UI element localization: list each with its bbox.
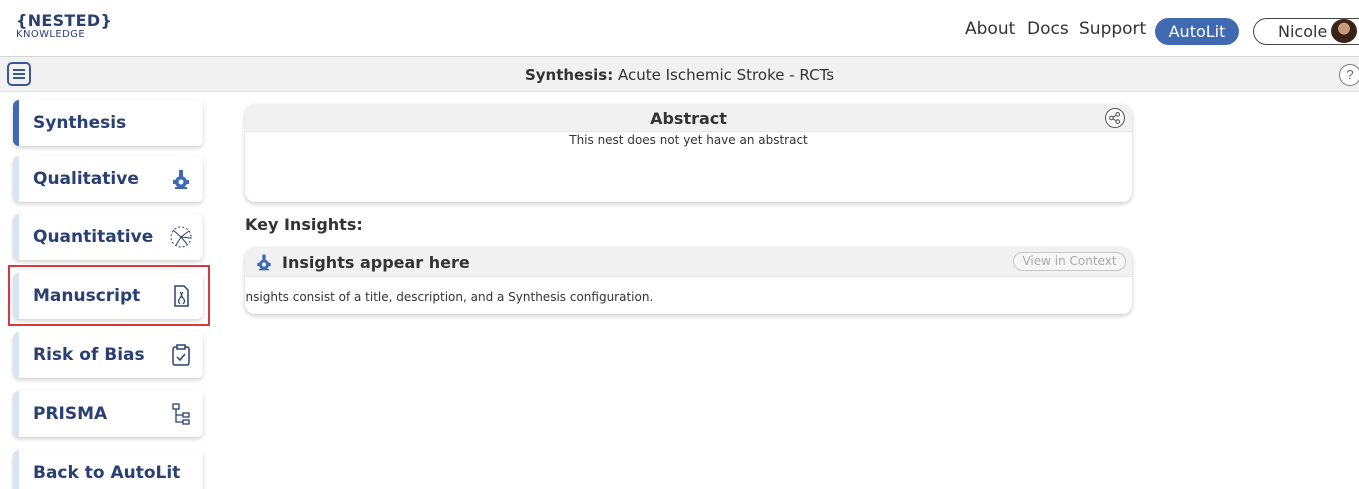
sidebar-item-synthesis[interactable]: Synthesis [13,100,203,146]
user-menu-button[interactable]: Nicole [1253,18,1359,45]
top-header: {NESTED} KNOWLEDGE About Docs Support Au… [0,0,1359,56]
sidebar-item-qualitative[interactable]: Qualitative [13,156,203,202]
insight-title: Insights appear here [282,253,470,272]
insight-card: Insights appear here View in Context Ins… [245,247,1132,314]
insight-card-header: Insights appear here View in Context [245,247,1132,277]
nav-about-link[interactable]: About [965,19,1015,39]
sidebar-item-label: Risk of Bias [33,345,145,365]
page-title-prefix: Synthesis: [524,66,614,84]
sidebar-item-label: Back to AutoLit [33,463,181,483]
sidebar-item-risk-of-bias[interactable]: Risk of Bias [13,332,203,378]
logo[interactable]: {NESTED} KNOWLEDGE [16,13,112,40]
sidebar-item-back-to-autolit[interactable]: Back to AutoLit [13,450,203,489]
prisma-icon [172,403,190,425]
abstract-text: This nest does not yet have an abstract [569,133,808,147]
nav-docs-link[interactable]: Docs [1027,19,1069,39]
manuscript-highlight-box [8,265,210,326]
autolit-button[interactable]: AutoLit [1155,18,1239,45]
sidebar-item-label: Qualitative [33,169,139,189]
user-name: Nicole [1278,22,1328,41]
sidebar-item-prisma[interactable]: PRISMA [13,391,203,437]
avatar [1331,19,1357,43]
sidebar-item-label: PRISMA [33,404,108,424]
synthesis-subheader: Synthesis: Acute Ischemic Stroke - RCTs … [0,56,1359,92]
insight-description: Insights consist of a title, description… [245,290,654,304]
sidebar-item-label: Synthesis [33,113,127,133]
nav-support-link[interactable]: Support [1079,19,1146,39]
logo-top-text: {NESTED} [16,11,113,30]
page-title: Synthesis: Acute Ischemic Stroke - RCTs [0,66,1359,84]
qualitative-icon [173,170,189,189]
abstract-title: Abstract [650,109,727,128]
sidebar-item-label: Quantitative [33,227,154,247]
view-in-context-button[interactable]: View in Context [1013,252,1126,271]
abstract-card-header: Abstract [245,104,1132,132]
key-insights-heading: Key Insights: [245,215,363,234]
page-title-nest: Acute Ischemic Stroke - RCTs [613,66,835,84]
share-icon[interactable] [1105,108,1125,128]
qualitative-icon [257,254,271,271]
quantitative-icon [170,226,192,248]
sidebar-item-quantitative[interactable]: Quantitative [13,214,203,260]
help-icon[interactable]: ? [1339,64,1359,86]
risk-of-bias-icon [172,344,190,366]
logo-bottom-text: KNOWLEDGE [16,29,86,40]
abstract-card: Abstract This nest does not yet have an … [245,104,1132,202]
